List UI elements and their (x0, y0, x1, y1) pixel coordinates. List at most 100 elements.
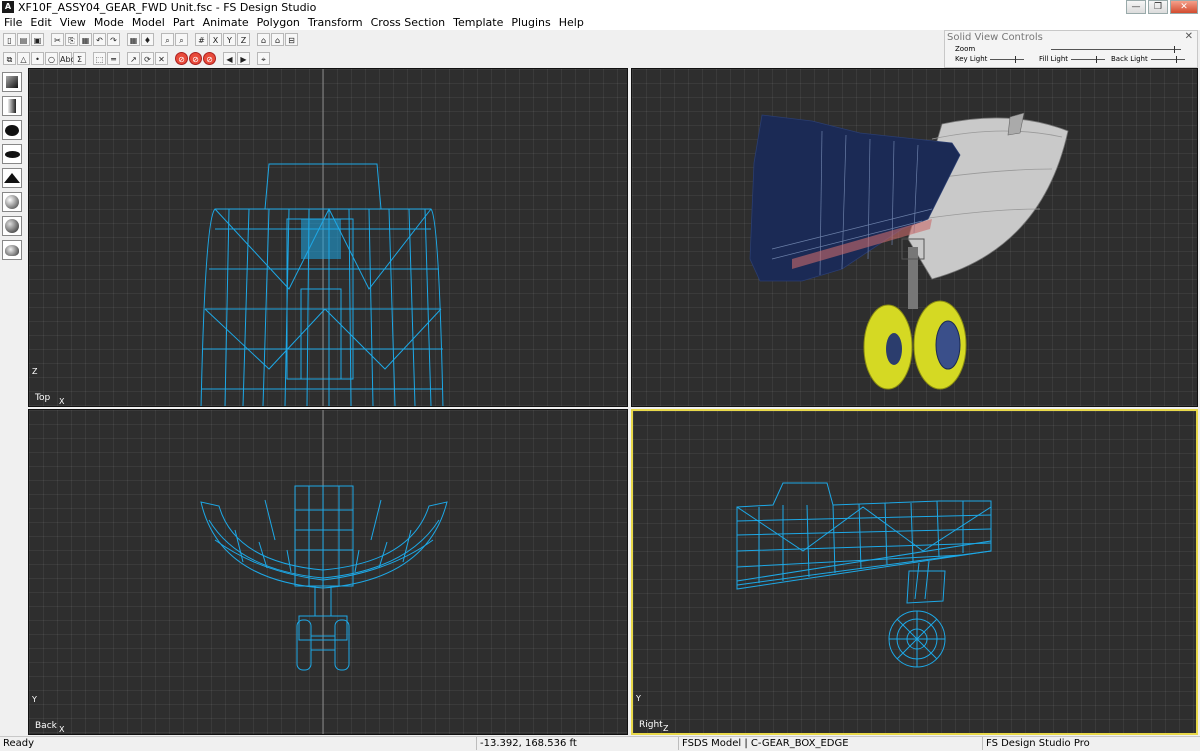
view-side-icon[interactable]: ⊟ (285, 32, 298, 46)
paste-icon[interactable]: ▦ (79, 32, 92, 46)
menu-help[interactable]: Help (555, 15, 588, 30)
cut-icon[interactable]: ✂ (51, 32, 64, 46)
line-icon[interactable]: ═ (107, 51, 120, 65)
scale-icon[interactable]: ✕ (155, 51, 168, 65)
menu-part[interactable]: Part (169, 15, 199, 30)
back-light-label: Back Light (1111, 55, 1148, 63)
viewport-solid[interactable] (631, 68, 1198, 407)
view-front-icon[interactable]: ⌂ (271, 32, 284, 46)
status-product: FS Design Studio Pro (982, 737, 1200, 750)
menu-view[interactable]: View (56, 15, 90, 30)
solid-view-controls-title: Solid View Controls (947, 32, 1043, 43)
zoom-control: Zoom (955, 45, 1182, 53)
print-icon[interactable]: ▦ (127, 32, 140, 46)
right-axis-horizontal: Z (663, 724, 669, 733)
hemisphere-icon[interactable] (2, 240, 22, 260)
viewport-right[interactable]: Y Z Right (631, 409, 1198, 735)
menu-transform[interactable]: Transform (304, 15, 367, 30)
next-icon[interactable]: ▶ (237, 51, 250, 65)
primitive-toolbar (2, 72, 24, 264)
back-view-wireframe (200, 410, 448, 734)
key-light-control: Key Light (955, 55, 1025, 63)
open-icon[interactable]: ▤ (17, 32, 30, 46)
zoom-out-icon[interactable]: ⌕ (175, 32, 188, 46)
right-view-wireframe (736, 482, 992, 668)
menu-file[interactable]: File (0, 15, 26, 30)
rotate-icon[interactable]: ⟳ (141, 51, 154, 65)
key-light-slider[interactable] (990, 55, 1025, 63)
status-bar: Ready -13.392, 168.536 ft FSDS Model | C… (0, 736, 1200, 751)
viewport-top[interactable]: Z X Top (28, 68, 628, 407)
viewport-back[interactable]: Y X Back (28, 409, 628, 735)
sphere-icon[interactable] (2, 120, 22, 140)
solid-view-controls-close-button[interactable]: ✕ (1185, 31, 1193, 42)
app-icon[interactable]: A (2, 1, 14, 13)
menu-model[interactable]: Model (128, 15, 169, 30)
menu-cross-section[interactable]: Cross Section (367, 15, 450, 30)
wedge-icon[interactable] (2, 168, 22, 188)
snap-x-icon[interactable]: X (209, 32, 222, 46)
no-entry-2-icon[interactable]: ⊘ (189, 51, 202, 65)
maximize-button[interactable]: ❐ (1148, 0, 1168, 14)
select-icon[interactable]: ⧉ (3, 51, 16, 65)
zoom-in-icon[interactable]: ⌕ (161, 32, 174, 46)
status-coordinates: -13.392, 168.536 ft (476, 737, 676, 750)
cube-icon[interactable] (2, 72, 22, 92)
grid-icon[interactable]: # (195, 32, 208, 46)
back-light-control: Back Light (1111, 55, 1185, 63)
no-entry-icon[interactable]: ⊘ (175, 51, 188, 65)
top-axis-horizontal: X (59, 397, 65, 406)
solid-view-controls-panel: Solid View Controls ✕ Zoom Key Light Fil… (944, 30, 1198, 68)
back-axis-vertical: Y (32, 695, 37, 704)
window-controls: — ❐ ✕ (1126, 0, 1198, 14)
redo-icon[interactable]: ↷ (107, 32, 120, 46)
view-top-icon[interactable]: ⌂ (257, 32, 270, 46)
shaded-sphere-icon[interactable] (2, 192, 22, 212)
edit-toolbar: ⧉ △ • ○ Abc Σ ⬚ ═ ↗ ⟳ ✕ ⊘ ⊘ ⊘ ◀ ▶ ⌖ (0, 50, 270, 66)
circle-icon[interactable]: ○ (45, 51, 58, 65)
move-icon[interactable]: ↗ (127, 51, 140, 65)
no-entry-3-icon[interactable]: ⊘ (203, 51, 216, 65)
menu-polygon[interactable]: Polygon (253, 15, 304, 30)
window-title: XF10F_ASSY04_GEAR_FWD Unit.fsc - FS Desi… (18, 1, 317, 14)
menu-plugins[interactable]: Plugins (507, 15, 554, 30)
undo-icon[interactable]: ↶ (93, 32, 106, 46)
binoculars-icon[interactable]: ⌖ (257, 51, 270, 65)
copy-icon[interactable]: ⎘ (65, 32, 78, 46)
right-viewport-label: Right (639, 720, 663, 730)
save-icon[interactable]: ▣ (31, 32, 44, 46)
key-light-label: Key Light (955, 55, 988, 63)
close-button[interactable]: ✕ (1170, 0, 1198, 14)
menu-edit[interactable]: Edit (26, 15, 55, 30)
right-axis-vertical: Y (636, 694, 641, 703)
main-toolbar: ▯ ▤ ▣ ✂ ⎘ ▦ ↶ ↷ ▦ ♦ ⌕ ⌕ # X Y Z ⌂ ⌂ ⊟ (0, 31, 298, 47)
status-model: FSDS Model | C-GEAR_BOX_EDGE (678, 737, 982, 750)
snap-z-icon[interactable]: Z (237, 32, 250, 46)
bounding-box-icon[interactable]: ⬚ (93, 51, 106, 65)
text-icon[interactable]: Abc (59, 51, 75, 65)
sigma-icon[interactable]: Σ (73, 51, 86, 65)
top-view-wireframe (200, 69, 444, 406)
ellipsoid-icon[interactable] (2, 144, 22, 164)
cylinder-icon[interactable] (2, 96, 22, 116)
menu-template[interactable]: Template (449, 15, 507, 30)
light-bulb-icon[interactable]: ♦ (141, 32, 154, 46)
menu-bar: File Edit View Mode Model Part Animate P… (0, 15, 1200, 30)
fill-light-slider[interactable] (1071, 55, 1106, 63)
back-axis-horizontal: X (59, 725, 65, 734)
status-ready: Ready (3, 738, 35, 749)
top-axis-vertical: Z (32, 367, 38, 376)
snap-y-icon[interactable]: Y (223, 32, 236, 46)
menu-animate[interactable]: Animate (199, 15, 253, 30)
back-viewport-label: Back (35, 721, 57, 731)
triangle-icon[interactable]: △ (17, 51, 30, 65)
back-light-slider[interactable] (1150, 55, 1185, 63)
zoom-label: Zoom (955, 45, 976, 53)
point-icon[interactable]: • (31, 51, 44, 65)
minimize-button[interactable]: — (1126, 0, 1146, 14)
menu-mode[interactable]: Mode (90, 15, 128, 30)
new-icon[interactable]: ▯ (3, 32, 16, 46)
prev-icon[interactable]: ◀ (223, 51, 236, 65)
textured-sphere-icon[interactable] (2, 216, 22, 236)
zoom-slider[interactable] (1051, 45, 1182, 53)
